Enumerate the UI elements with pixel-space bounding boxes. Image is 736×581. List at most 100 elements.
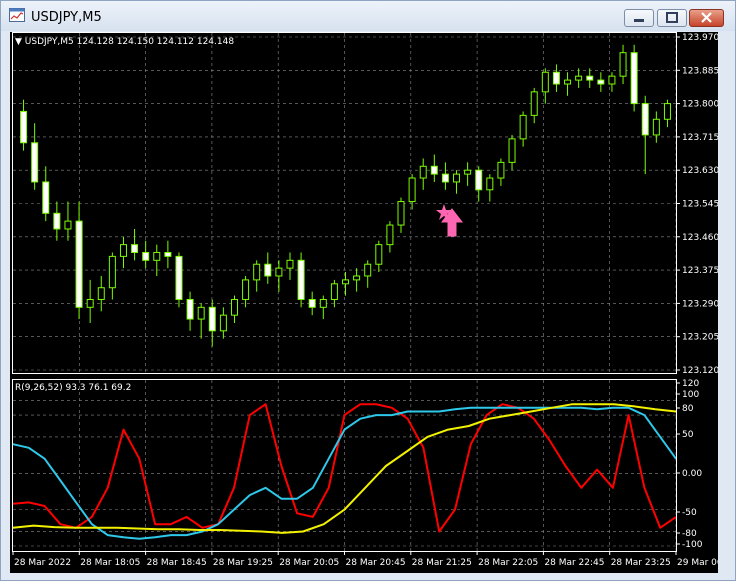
candle — [64, 201, 72, 241]
candle — [308, 291, 316, 316]
collapse-triangle-icon[interactable]: ▼ — [15, 37, 22, 47]
time-tick-label: 28 Mar 22:45 — [544, 558, 604, 568]
candle — [663, 99, 671, 128]
candle — [552, 64, 560, 92]
candle — [508, 134, 516, 171]
candle — [464, 162, 472, 186]
candle — [153, 244, 161, 276]
title-bar[interactable]: USDJPY,M5 — [1, 1, 735, 31]
candle — [108, 252, 116, 300]
price-tick-label: 123.290 — [682, 299, 718, 309]
candle — [131, 228, 139, 261]
close-button[interactable] — [689, 9, 724, 27]
window-title: USDJPY,M5 — [31, 10, 102, 25]
candle — [164, 240, 172, 269]
price-tick-label: 123.970 — [682, 33, 718, 43]
candle — [242, 275, 250, 308]
chart-window-icon — [9, 8, 25, 22]
candle — [197, 303, 205, 339]
price-tick-label: 123.630 — [682, 166, 718, 176]
minimize-icon — [634, 19, 644, 22]
candle — [42, 166, 50, 222]
indicator-tick-label: 0.00 — [682, 469, 702, 479]
maximize-icon — [666, 12, 678, 23]
indicator-tick-label: -50 — [682, 508, 697, 518]
indicator-axis: 120100 80 50 0.00 -50 -80-100 — [676, 379, 703, 550]
candle — [230, 295, 238, 323]
candle — [419, 158, 427, 190]
candle — [119, 236, 127, 269]
candle — [142, 240, 150, 269]
price-tick-label: 123.800 — [682, 100, 718, 110]
candle — [619, 44, 627, 85]
terminal-window: USDJPY,M5 123.970 123.885 123.800 123.715 12… — [0, 0, 736, 581]
indicator-tick-label: 50 — [682, 430, 694, 440]
candle — [186, 291, 194, 331]
candle — [97, 275, 105, 312]
price-axis: 123.970 123.885 123.800 123.715 123.630 123.5… — [676, 33, 719, 376]
indicator-tick-label: -100 — [682, 540, 703, 550]
candle — [541, 68, 549, 104]
price-tick-label: 123.460 — [682, 233, 718, 243]
candle — [397, 197, 405, 233]
candle — [597, 72, 605, 92]
candle — [430, 154, 438, 182]
price-tick-label: 123.545 — [682, 200, 718, 210]
signal-marker — [436, 204, 464, 237]
candle — [486, 174, 494, 202]
candle — [20, 99, 28, 151]
time-tick-label: 28 Mar 22:05 — [478, 558, 538, 568]
candle — [386, 221, 394, 253]
candle — [264, 252, 272, 284]
candle — [519, 111, 527, 147]
candle — [286, 252, 294, 280]
candle — [297, 252, 305, 308]
candle — [475, 166, 483, 202]
candle — [575, 68, 583, 88]
candle — [497, 158, 505, 186]
indicator-tick-label: 80 — [682, 404, 694, 414]
candle — [86, 279, 94, 323]
price-tick-label: 123.885 — [682, 66, 718, 76]
time-tick-label: 28 Mar 23:25 — [611, 558, 671, 568]
time-tick-label: 28 Mar 20:05 — [279, 558, 339, 568]
candle — [641, 95, 649, 175]
candle — [441, 162, 449, 190]
time-axis: 28 Mar 2022 28 Mar 18:05 28 Mar 18:45 28 Ma… — [12, 551, 736, 568]
candle — [353, 268, 361, 292]
candle — [319, 295, 327, 320]
price-tick-label: 123.715 — [682, 133, 718, 143]
indicator-panel-header: R(9,26,52) 93.3 76.1 69.2 — [15, 383, 132, 393]
chart-area[interactable]: 123.970 123.885 123.800 123.715 123.630 123.5… — [10, 32, 736, 573]
candle — [208, 299, 216, 347]
candle — [586, 68, 594, 88]
time-tick-label: 28 Mar 2022 — [14, 558, 71, 568]
time-tick-label: 28 Mar 18:05 — [80, 558, 140, 568]
candle — [75, 201, 83, 320]
time-tick-label: 28 Mar 19:25 — [213, 558, 273, 568]
candle — [530, 87, 538, 124]
price-tick-label: 123.205 — [682, 333, 718, 343]
candle — [31, 123, 39, 190]
time-tick-label: 28 Mar 21:25 — [412, 558, 472, 568]
maximize-button[interactable] — [657, 9, 687, 27]
price-tick-label: 123.120 — [682, 366, 718, 376]
candle — [408, 174, 416, 210]
close-icon — [701, 12, 712, 23]
time-tick-label: 28 Mar 20:45 — [346, 558, 406, 568]
indicator-tick-label: 120 — [682, 379, 699, 389]
candle — [219, 307, 227, 339]
candle — [364, 260, 372, 288]
candle — [342, 272, 349, 296]
minimize-button[interactable] — [624, 9, 654, 27]
indicator-tick-label: 100 — [682, 390, 699, 400]
candle — [253, 260, 261, 292]
chart-canvas[interactable]: 123.970 123.885 123.800 123.715 123.630 123.5… — [10, 32, 736, 573]
candle — [53, 201, 61, 241]
candle — [652, 111, 660, 143]
time-tick-label: 29 Mar 00:05 — [677, 558, 718, 568]
candle — [275, 260, 283, 292]
candle — [564, 72, 572, 96]
price-tick-label: 123.375 — [682, 266, 718, 276]
candle — [453, 170, 461, 194]
